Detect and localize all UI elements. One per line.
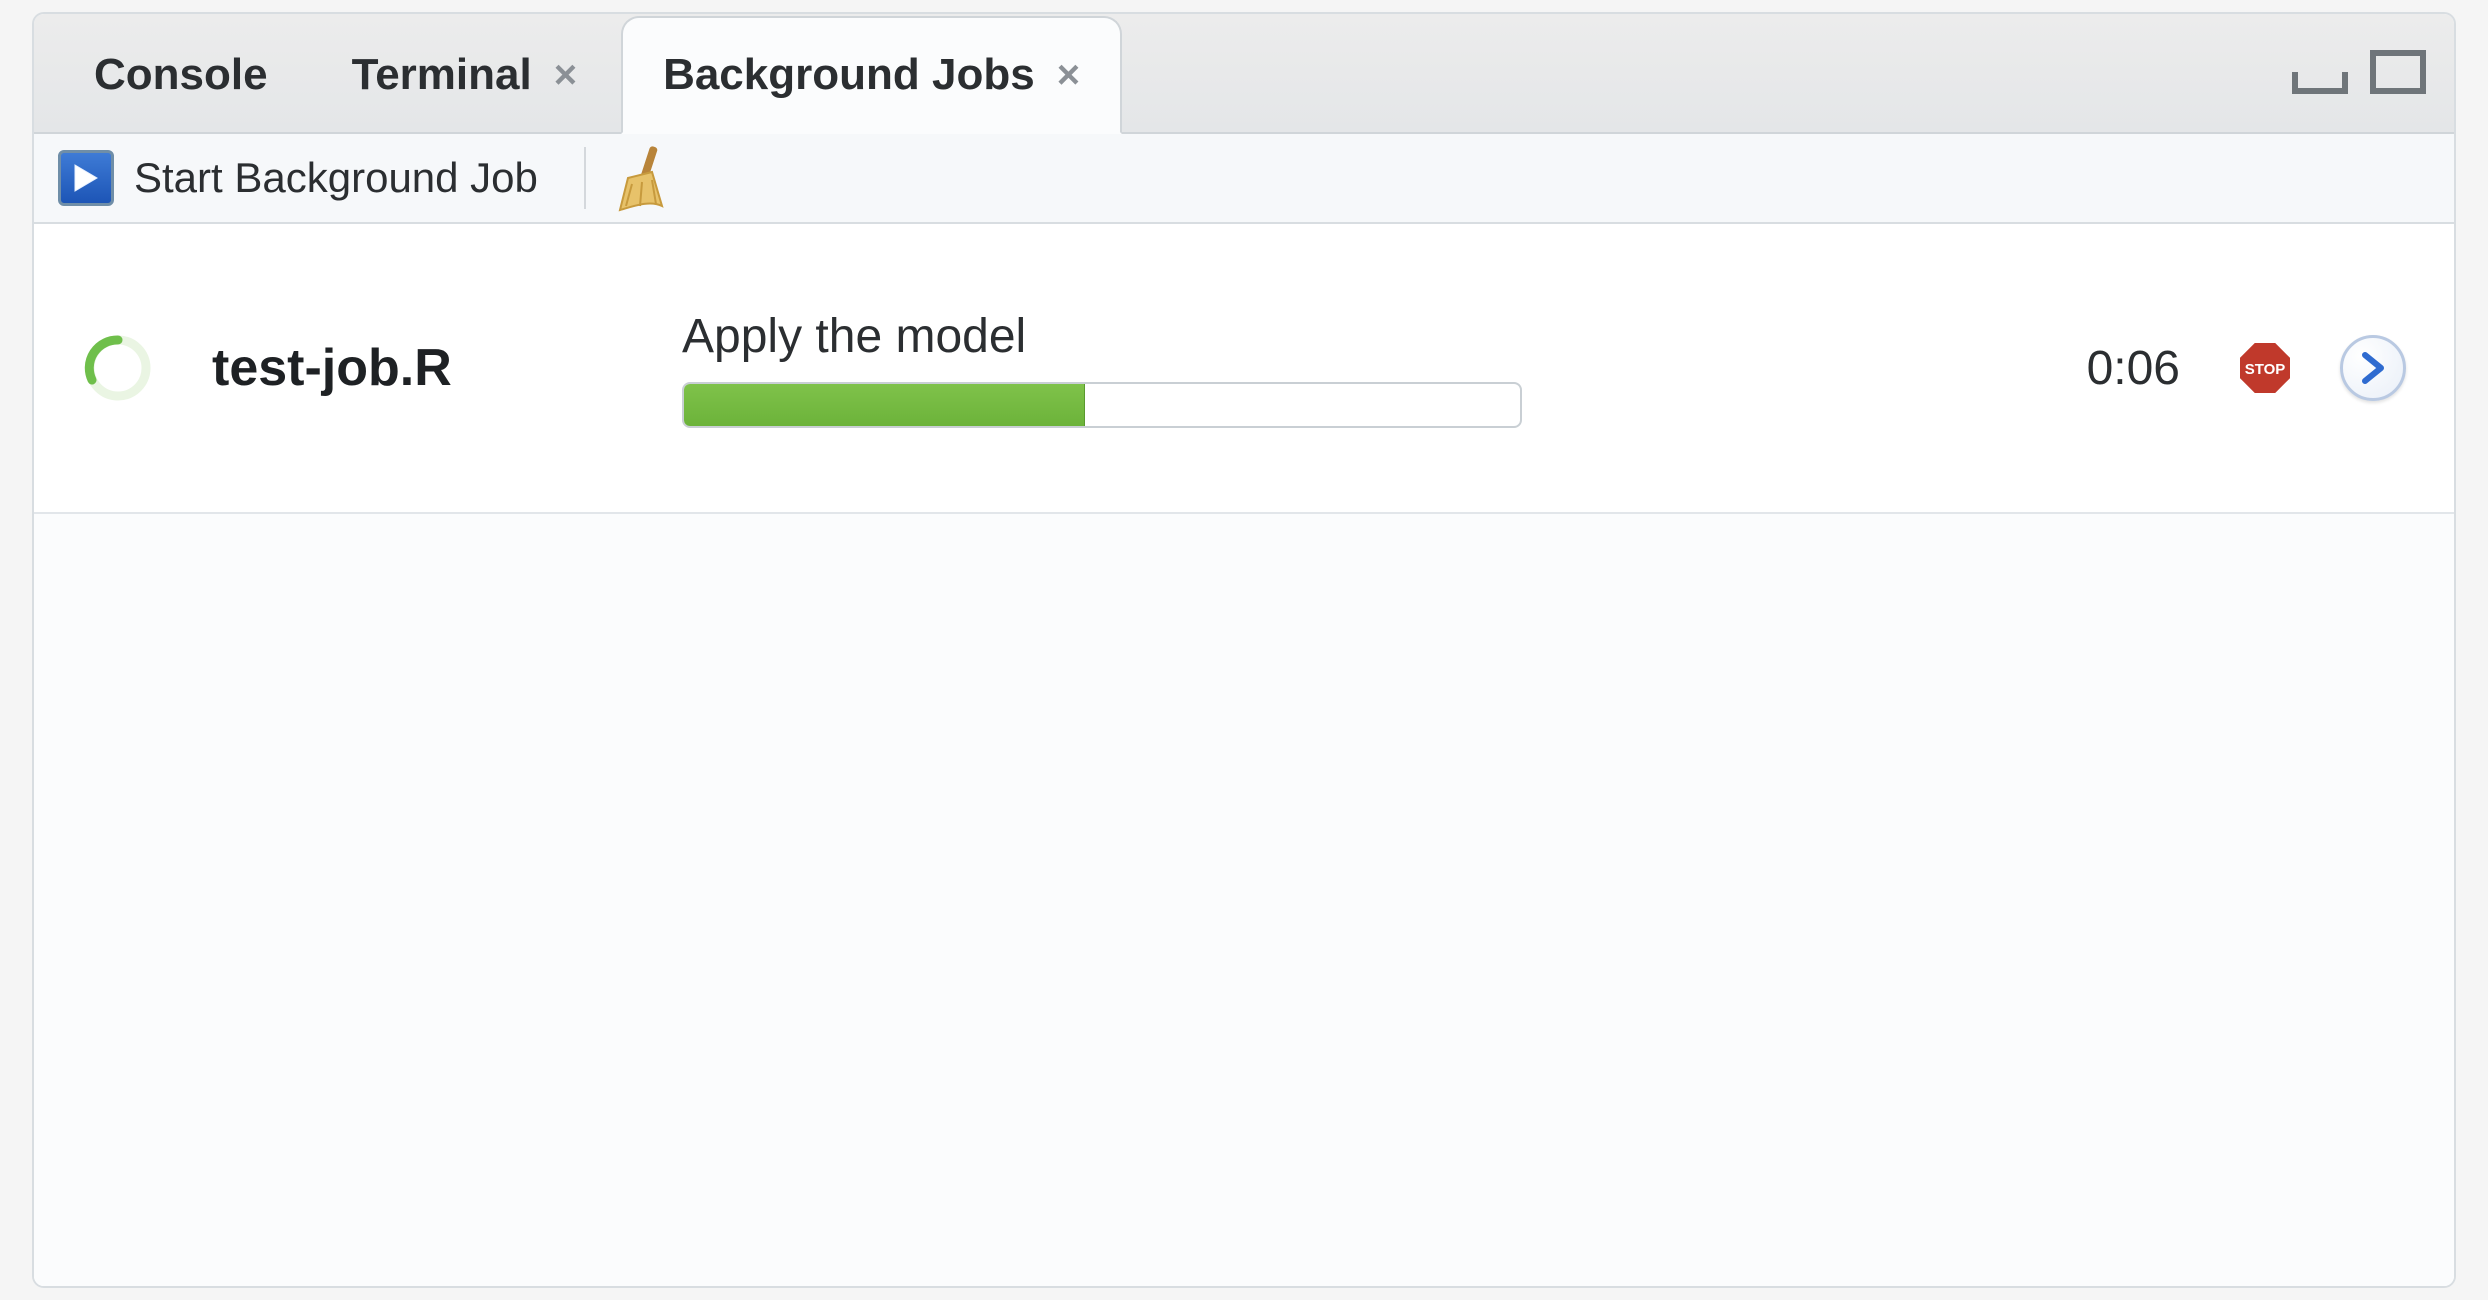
job-row: test-job.R Apply the model 0:06 STOP [34,224,2454,514]
job-progress-block: Apply the model [682,309,1522,428]
jobs-empty-area [34,514,2454,1286]
tab-console[interactable]: Console [54,16,308,134]
job-details-button[interactable] [2340,335,2406,401]
tab-label: Terminal [352,50,532,100]
broom-icon [612,144,668,212]
chevron-right-icon [2359,351,2387,385]
close-icon[interactable]: × [1057,53,1080,98]
toolbar-divider [584,147,586,209]
job-name: test-job.R [212,338,642,398]
job-status-label: Apply the model [682,309,1522,364]
tab-bar: Console Terminal × Background Jobs × [34,14,2454,134]
job-elapsed-time: 0:06 [2087,341,2180,396]
tab-label: Background Jobs [663,50,1035,100]
minimize-icon[interactable] [2292,72,2348,94]
svg-text:STOP: STOP [2245,361,2286,378]
start-job-label[interactable]: Start Background Job [134,154,538,202]
start-job-button[interactable] [58,150,114,206]
tab-background-jobs[interactable]: Background Jobs × [621,16,1122,134]
pane-window-controls [2292,50,2426,94]
clear-jobs-button[interactable] [612,144,668,212]
maximize-icon[interactable] [2370,50,2426,94]
tab-label: Console [94,50,268,100]
close-icon[interactable]: × [554,53,577,98]
stop-icon: STOP [2234,337,2296,399]
job-progress-bar [682,382,1522,428]
tab-terminal[interactable]: Terminal × [312,16,617,134]
jobs-toolbar: Start Background Job [34,134,2454,224]
stop-button[interactable]: STOP [2234,337,2296,399]
jobs-list: test-job.R Apply the model 0:06 STOP [34,224,2454,1286]
background-jobs-pane: Console Terminal × Background Jobs × Sta… [32,12,2456,1288]
job-progress-fill [684,384,1085,426]
spinner-icon [82,332,154,404]
play-icon [73,163,99,193]
